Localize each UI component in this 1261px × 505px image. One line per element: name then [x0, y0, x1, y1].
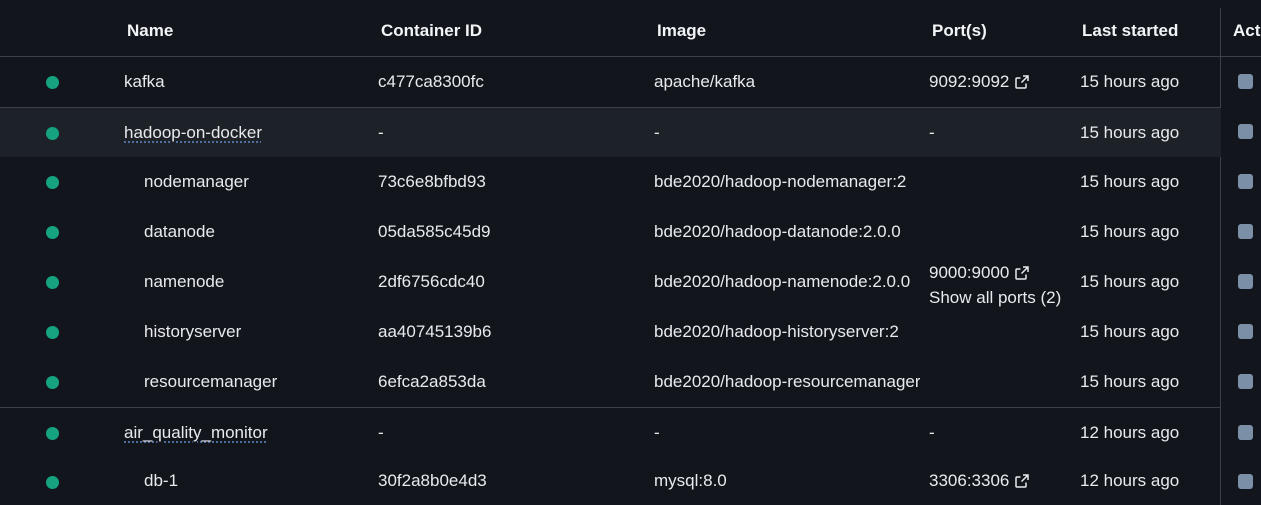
container-ports: - — [929, 123, 935, 142]
port-link[interactable]: 9092:9092 — [929, 72, 1009, 91]
header-last-started[interactable]: Last started — [1082, 21, 1178, 41]
status-running-icon — [46, 376, 59, 389]
last-started: 12 hours ago — [1080, 423, 1180, 442]
table-row-group[interactable]: air_quality_monitor - - - 12 hours ago — [0, 408, 1221, 458]
stop-button[interactable] — [1238, 274, 1253, 289]
container-ports[interactable]: 9000:9000 Show all ports (2) — [929, 260, 1072, 310]
table-row[interactable]: db-1 30f2a8b0e4d3 mysql:8.0 3306:3306 12… — [0, 457, 1221, 505]
status-running-icon — [46, 176, 59, 189]
container-image[interactable]: bde2020/hadoop-datanode:2.0.0 — [654, 222, 920, 242]
table-row[interactable]: resourcemanager 6efca2a853da bde2020/had… — [0, 357, 1221, 408]
container-id: aa40745139b6 — [378, 322, 492, 341]
header-name[interactable]: Name — [127, 21, 173, 41]
container-name[interactable]: namenode — [144, 272, 224, 292]
last-started: 15 hours ago — [1080, 322, 1180, 341]
external-link-icon — [1015, 474, 1030, 488]
container-image: - — [654, 423, 660, 442]
last-started: 15 hours ago — [1080, 372, 1180, 391]
group-name[interactable]: hadoop-on-docker — [124, 123, 262, 143]
status-running-icon — [46, 127, 59, 140]
container-name[interactable]: db-1 — [144, 471, 178, 491]
status-running-icon — [46, 326, 59, 339]
status-running-icon — [46, 427, 59, 440]
table-row[interactable]: datanode 05da585c45d9 bde2020/hadoop-dat… — [0, 207, 1221, 257]
table-row-group[interactable]: hadoop-on-docker - - - 15 hours ago — [0, 107, 1221, 157]
container-name[interactable]: nodemanager — [144, 172, 249, 192]
header-ports[interactable]: Port(s) — [932, 21, 987, 41]
container-id: 05da585c45d9 — [378, 222, 491, 241]
external-link-icon — [1015, 266, 1030, 280]
last-started: 12 hours ago — [1080, 471, 1180, 490]
stop-button[interactable] — [1238, 174, 1253, 189]
container-image[interactable]: bde2020/hadoop-nodemanager:2 — [654, 172, 920, 192]
container-ports[interactable]: 9092:9092 — [929, 72, 1030, 92]
table-header: Name Container ID Image Port(s) Last sta… — [0, 0, 1261, 57]
last-started: 15 hours ago — [1080, 72, 1180, 91]
group-name[interactable]: air_quality_monitor — [124, 423, 268, 443]
container-id: - — [378, 423, 384, 442]
container-id: 2df6756cdc40 — [378, 272, 485, 291]
containers-table: Name Container ID Image Port(s) Last sta… — [0, 0, 1261, 505]
container-id: - — [378, 123, 384, 142]
table-row[interactable]: kafka c477ca8300fc apache/kafka 9092:909… — [0, 57, 1221, 107]
header-container-id[interactable]: Container ID — [381, 21, 482, 41]
header-image[interactable]: Image — [657, 21, 706, 41]
last-started: 15 hours ago — [1080, 172, 1180, 191]
last-started: 15 hours ago — [1080, 222, 1180, 241]
last-started: 15 hours ago — [1080, 123, 1180, 142]
container-image[interactable]: bde2020/hadoop-historyserver:2 — [654, 322, 920, 342]
status-running-icon — [46, 226, 59, 239]
stop-button[interactable] — [1238, 224, 1253, 239]
status-running-icon — [46, 76, 59, 89]
port-link[interactable]: 3306:3306 — [929, 471, 1009, 490]
stop-button[interactable] — [1238, 474, 1253, 489]
container-ports: - — [929, 423, 935, 442]
container-id: 73c6e8bfbd93 — [378, 172, 486, 191]
container-id: 30f2a8b0e4d3 — [378, 471, 487, 490]
header-actions: Act — [1233, 21, 1261, 40]
stop-button[interactable] — [1238, 74, 1253, 89]
status-running-icon — [46, 276, 59, 289]
container-name[interactable]: historyserver — [144, 322, 241, 342]
table-row[interactable]: nodemanager 73c6e8bfbd93 bde2020/hadoop-… — [0, 157, 1221, 207]
status-running-icon — [46, 476, 59, 489]
container-id: c477ca8300fc — [378, 72, 484, 91]
stop-button[interactable] — [1238, 374, 1253, 389]
container-image[interactable]: bde2020/hadoop-resourcemanager — [654, 372, 920, 392]
container-name[interactable]: resourcemanager — [144, 372, 277, 392]
container-id: 6efca2a853da — [378, 372, 486, 391]
last-started: 15 hours ago — [1080, 272, 1180, 291]
container-image[interactable]: apache/kafka — [654, 72, 920, 92]
container-image: - — [654, 123, 660, 142]
stop-button[interactable] — [1238, 124, 1253, 139]
container-ports[interactable]: 3306:3306 — [929, 471, 1030, 491]
stop-button[interactable] — [1238, 324, 1253, 339]
container-name[interactable]: datanode — [144, 222, 215, 242]
container-image[interactable]: mysql:8.0 — [654, 471, 920, 491]
port-link[interactable]: 9000:9000 — [929, 263, 1009, 282]
container-image[interactable]: bde2020/hadoop-namenode:2.0.0 — [654, 272, 920, 292]
container-name[interactable]: kafka — [124, 72, 165, 92]
stop-button[interactable] — [1238, 425, 1253, 440]
external-link-icon — [1015, 75, 1030, 89]
table-row[interactable]: historyserver aa40745139b6 bde2020/hadoo… — [0, 307, 1221, 357]
